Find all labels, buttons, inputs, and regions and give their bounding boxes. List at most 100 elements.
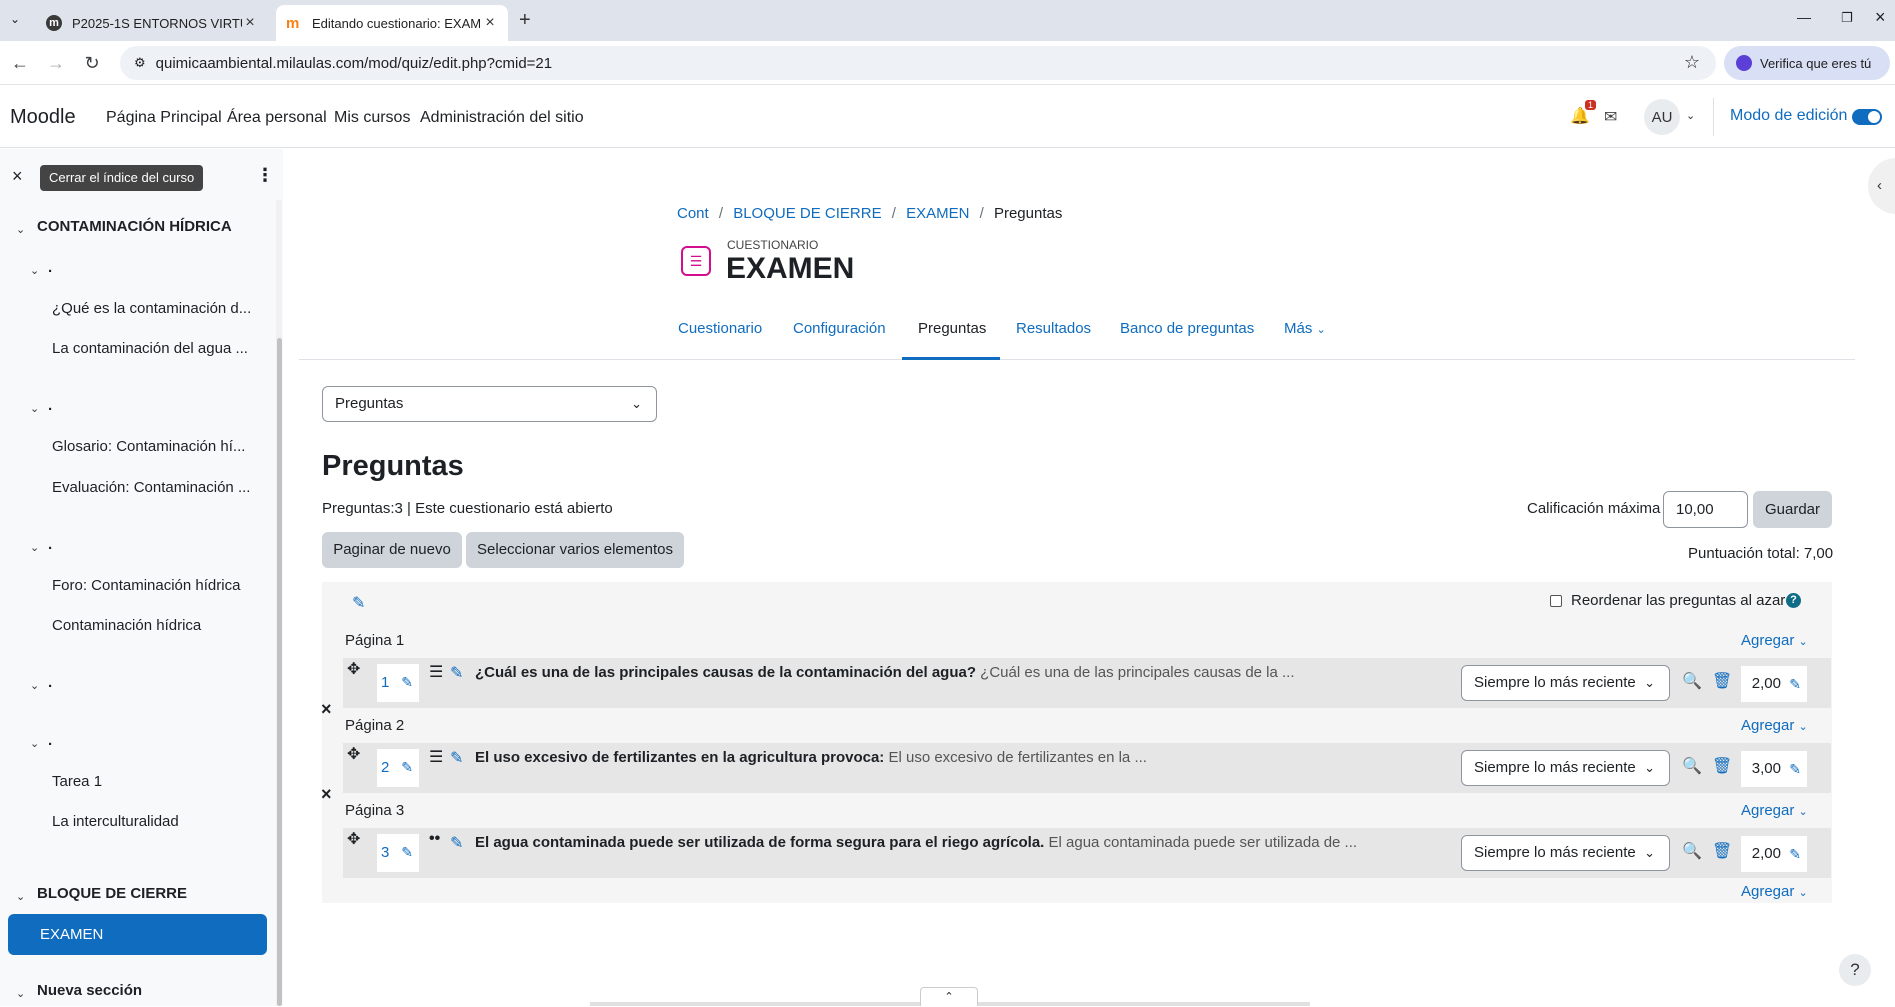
nav-link-home[interactable]: Página Principal [106,109,222,127]
pencil-icon[interactable]: ✎ [401,674,413,691]
section-title[interactable]: CONTAMINACIÓN HÍDRICA [37,218,232,235]
version-select[interactable]: Siempre lo más reciente ⌄ [1461,835,1670,871]
edit-mode-toggle[interactable] [1852,109,1882,125]
repaginate-button[interactable]: Paginar de nuevo [322,532,462,568]
tab-results[interactable]: Resultados [1016,320,1091,337]
browser-tab-1[interactable]: m P2025-1S ENTORNOS VIRTUALES × [36,5,268,41]
add-menu[interactable]: Agregar ⌄ [1741,717,1808,734]
version-select[interactable]: Siempre lo más reciente ⌄ [1461,750,1670,786]
close-window-icon[interactable]: × [1875,7,1886,28]
tab-list-chevron-icon[interactable]: ⌄ [10,12,20,26]
forward-icon[interactable]: → [44,51,68,75]
pencil-icon[interactable]: ✎ [1789,836,1801,872]
nav-link-dashboard[interactable]: Área personal [227,109,327,127]
section-chevron-icon[interactable]: ⌄ [30,264,39,277]
user-menu-chevron-icon[interactable]: ⌄ [1686,109,1695,122]
tab-question-bank[interactable]: Banco de preguntas [1120,320,1254,337]
course-item[interactable]: Foro: Contaminación hídrica [52,577,240,594]
tab-questions[interactable]: Preguntas [918,320,986,337]
address-bar[interactable]: ⚙ quimicaambiental.milaulas.com/mod/quiz… [120,46,1716,80]
question-text[interactable]: ¿Cuál es una de las principales causas d… [475,664,1295,681]
add-menu[interactable]: Agregar ⌄ [1741,883,1808,900]
version-select[interactable]: Siempre lo más reciente ⌄ [1461,665,1670,701]
question-mark[interactable]: 2,00 ✎ [1741,836,1807,872]
help-button[interactable]: ? [1839,954,1871,986]
avatar[interactable]: AU [1644,99,1680,135]
max-grade-input[interactable]: 10,00 [1663,491,1748,528]
remove-page-break-icon[interactable]: × [321,784,332,805]
section-title[interactable]: Nueva sección [37,982,142,999]
add-menu[interactable]: Agregar ⌄ [1741,632,1808,649]
back-icon[interactable]: ← [8,51,32,75]
drawer-menu-icon[interactable]: ⋮ [256,165,274,186]
pencil-icon[interactable]: ✎ [1789,751,1801,787]
delete-trash-icon[interactable]: 🗑 [1712,756,1732,776]
tab-more[interactable]: Más ⌄ [1284,320,1326,337]
section-title[interactable]: BLOQUE DE CIERRE [37,885,187,902]
pencil-icon[interactable]: ✎ [401,844,413,861]
course-item[interactable]: Glosario: Contaminación hí... [52,438,245,455]
edit-section-pencil-icon[interactable]: ✎ [352,593,365,613]
pencil-icon[interactable]: ✎ [401,759,413,776]
nav-link-site-admin[interactable]: Administración del sitio [420,109,584,127]
preview-magnify-icon[interactable]: 🔍 [1682,756,1702,776]
help-icon[interactable]: ? [1786,593,1801,608]
verify-identity-button[interactable]: Verifica que eres tú [1724,46,1890,80]
new-tab-icon[interactable]: + [519,9,531,32]
preview-magnify-icon[interactable]: 🔍 [1682,671,1702,691]
question-number[interactable]: 3 ✎ [377,834,419,872]
drawer-scroll-thumb[interactable] [277,338,282,1006]
move-handle-icon[interactable]: ✥ [347,744,360,764]
remove-page-break-icon[interactable]: × [321,699,332,720]
course-item-active[interactable]: EXAMEN [8,914,267,955]
section-title[interactable]: . [48,397,52,414]
pencil-icon[interactable]: ✎ [1789,666,1801,702]
preview-magnify-icon[interactable]: 🔍 [1682,841,1702,861]
breadcrumb-link[interactable]: EXAMEN [906,205,969,222]
course-item[interactable]: La interculturalidad [52,813,179,830]
minimize-icon[interactable]: — [1797,9,1811,25]
question-number[interactable]: 2 ✎ [377,749,419,787]
section-title[interactable]: . [48,259,52,276]
question-number[interactable]: 1 ✎ [377,664,419,702]
section-chevron-icon[interactable]: ⌄ [16,223,25,236]
nav-link-my-courses[interactable]: Mis cursos [334,109,410,127]
reload-icon[interactable]: ↻ [80,51,104,75]
edit-question-pencil-icon[interactable]: ✎ [450,748,463,768]
question-text[interactable]: El uso excesivo de fertilizantes en la a… [475,749,1147,766]
section-chevron-icon[interactable]: ⌄ [30,541,39,554]
section-chevron-icon[interactable]: ⌄ [16,987,25,1000]
delete-trash-icon[interactable]: 🗑 [1712,671,1732,691]
course-item[interactable]: La contaminación del agua ... [52,340,248,357]
section-chevron-icon[interactable]: ⌄ [30,737,39,750]
add-menu[interactable]: Agregar ⌄ [1741,802,1808,819]
restore-icon[interactable]: ❐ [1841,10,1853,26]
question-mark[interactable]: 3,00 ✎ [1741,751,1807,787]
chevron-up-icon[interactable]: ⌃ [920,987,978,1006]
section-title[interactable]: . [48,674,52,691]
section-title[interactable]: . [48,732,52,749]
move-handle-icon[interactable]: ✥ [347,829,360,849]
question-text[interactable]: El agua contaminada puede ser utilizada … [475,834,1357,851]
browser-tab-2[interactable]: m Editando cuestionario: EXAMEN × [276,5,508,41]
course-item[interactable]: Contaminación hídrica [52,617,201,634]
tab-settings[interactable]: Configuración [793,320,886,337]
edit-question-pencil-icon[interactable]: ✎ [450,663,463,683]
section-chevron-icon[interactable]: ⌄ [16,890,25,903]
open-block-drawer-button[interactable]: ‹ [1868,158,1895,214]
bookmark-star-icon[interactable]: ☆ [1684,52,1700,73]
course-item[interactable]: Evaluación: Contaminación ... [52,479,250,496]
select-multiple-button[interactable]: Seleccionar varios elementos [466,532,684,568]
course-item[interactable]: Tarea 1 [52,773,102,790]
close-drawer-icon[interactable]: × [12,166,23,187]
breadcrumb-link[interactable]: Cont [677,205,709,222]
brand-logo[interactable]: Moodle [10,106,76,129]
tab-quiz[interactable]: Cuestionario [678,320,762,337]
close-tab-icon[interactable]: × [482,14,498,32]
shuffle-checkbox[interactable] [1550,595,1562,607]
course-item[interactable]: ¿Qué es la contaminación d... [52,300,251,317]
question-mark[interactable]: 2,00 ✎ [1741,666,1807,702]
message-icon[interactable]: ✉ [1604,107,1617,127]
site-info-icon[interactable]: ⚙ [134,55,146,71]
breadcrumb-link[interactable]: BLOQUE DE CIERRE [733,205,881,222]
